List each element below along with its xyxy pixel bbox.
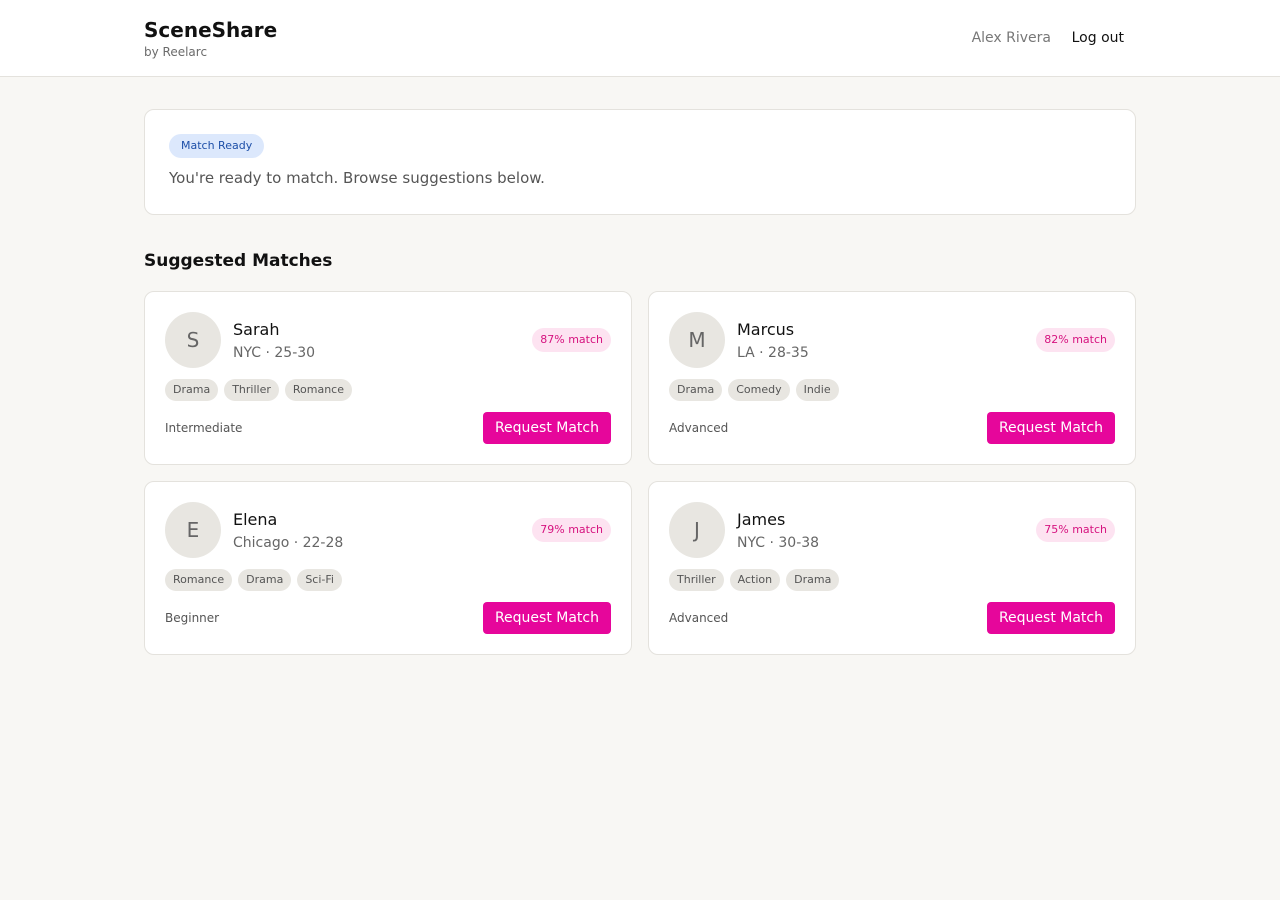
avatar: M — [669, 312, 725, 368]
avatar: S — [165, 312, 221, 368]
genre-tag: Drama — [165, 379, 219, 401]
match-location-age: LA · 28-35 — [737, 345, 809, 361]
genre-tag: Sci-Fi — [297, 569, 342, 591]
brand: SceneShare by Reelarc — [144, 18, 277, 60]
match-name: Sarah — [233, 320, 280, 339]
genre-tag: Thriller — [224, 379, 279, 401]
match-name: Elena — [233, 510, 278, 529]
genre-tag: Romance — [165, 569, 233, 591]
request-match-button[interactable]: Request Match — [482, 412, 611, 444]
match-percent-badge: 87% match — [532, 328, 611, 352]
experience-level: Beginner — [165, 611, 220, 625]
brand-name: SceneShare — [144, 18, 278, 42]
match-location-age: NYC · 30-38 — [737, 535, 820, 551]
status-message: You're ready to match. Browse suggestion… — [169, 169, 545, 187]
genre-tags: Thriller Action Drama — [669, 569, 840, 591]
match-name: Marcus — [737, 320, 795, 339]
genre-tag: Drama — [786, 569, 840, 591]
match-card: M Marcus LA · 28-35 82% match Drama Come… — [648, 291, 1136, 465]
match-location-age: NYC · 25-30 — [233, 345, 316, 361]
genre-tag: Drama — [238, 569, 292, 591]
brand-subtitle: by Reelarc — [144, 45, 208, 59]
genre-tags: Drama Thriller Romance — [165, 379, 352, 401]
experience-level: Advanced — [669, 611, 729, 625]
match-location-age: Chicago · 22-28 — [233, 535, 344, 551]
match-name: James — [737, 510, 786, 529]
genre-tag: Thriller — [669, 569, 724, 591]
experience-level: Advanced — [669, 421, 729, 435]
match-card: J James NYC · 30-38 75% match Thriller A… — [648, 481, 1136, 655]
genre-tag: Action — [729, 569, 781, 591]
genre-tag: Romance — [284, 379, 352, 401]
request-match-button[interactable]: Request Match — [986, 602, 1115, 634]
genre-tag: Drama — [669, 379, 723, 401]
request-match-button[interactable]: Request Match — [482, 602, 611, 634]
experience-level: Intermediate — [165, 421, 243, 435]
status-card: Match Ready You're ready to match. Brows… — [144, 109, 1136, 215]
logout-button[interactable]: Log out — [1072, 30, 1124, 46]
top-bar: SceneShare by Reelarc Alex Rivera Log ou… — [0, 0, 1280, 77]
match-card: S Sarah NYC · 25-30 87% match Drama Thri… — [144, 291, 632, 465]
match-percent-badge: 82% match — [1036, 328, 1115, 352]
status-badge: Match Ready — [169, 134, 265, 158]
match-percent-badge: 79% match — [532, 518, 611, 542]
genre-tags: Drama Comedy Indie — [669, 379, 839, 401]
avatar: J — [669, 502, 725, 558]
section-title: Suggested Matches — [144, 251, 333, 271]
genre-tag: Indie — [795, 379, 839, 401]
match-card: E Elena Chicago · 22-28 79% match Romanc… — [144, 481, 632, 655]
avatar: E — [165, 502, 221, 558]
request-match-button[interactable]: Request Match — [986, 412, 1115, 444]
match-percent-badge: 75% match — [1036, 518, 1115, 542]
genre-tags: Romance Drama Sci-Fi — [165, 569, 342, 591]
genre-tag: Comedy — [728, 379, 790, 401]
user-name: Alex Rivera — [971, 30, 1051, 46]
